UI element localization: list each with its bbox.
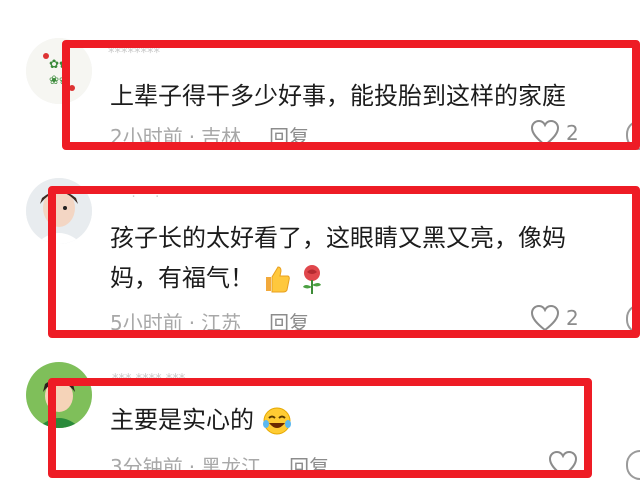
username[interactable]: *** **** *** [112,372,185,388]
comment-time: 2小时前 [110,125,183,149]
heart-icon [548,450,578,478]
comment-text: 上辈子得干多少好事，能投胎到这样的家庭 [110,82,566,110]
avatar[interactable]: ✿✿ ❀❀ [26,38,92,104]
comment-location: 江苏 [201,311,242,335]
comment-meta: 2小时前 · 吉林 回复 [110,121,309,150]
comment-location: 吉林 [201,125,242,149]
comment-text-line-1: 孩子长的太好看了，这眼睛又黑又亮，像妈 [110,224,566,252]
comment-text-line-2: 妈，有福气！ [110,258,325,298]
reply-button[interactable]: 回复 [269,311,309,335]
reply-button[interactable]: 回复 [269,125,309,149]
avatar[interactable] [26,178,92,244]
comment-text: 主要是实心的 [110,400,292,440]
username[interactable]: ******** [108,46,160,62]
rose-icon [303,265,322,294]
like-button[interactable] [548,450,578,478]
comment-time: 5小时前 [110,311,183,335]
rofl-emoji-icon [262,407,291,435]
username[interactable]: ***.***.***** [112,186,192,202]
svg-text:✿✿: ✿✿ [49,57,69,71]
comment-2: ***.***.***** 孩子长的太好看了，这眼睛又黑又亮，像妈 妈，有福气！… [0,170,640,350]
svg-text:❀❀: ❀❀ [49,73,69,87]
avatar[interactable] [26,362,92,428]
comment-text-content: 主要是实心的 [110,406,254,434]
meta-separator: · [188,125,196,149]
comment-time: 3分钟前 [110,455,183,479]
more-icon[interactable] [626,304,640,334]
reply-button[interactable]: 回复 [289,455,329,479]
heart-icon [530,119,560,147]
like-button[interactable]: 2 [530,119,579,147]
more-icon[interactable] [626,450,640,480]
meta-separator: · [188,311,196,335]
comment-text-line-2-text: 妈，有福气！ [110,264,254,292]
thumbs-up-icon [265,266,290,293]
heart-icon [530,304,560,332]
comment-1: ✿✿ ❀❀ ******** 上辈子得干多少好事，能投胎到这样的家庭 2小时前 ·… [0,0,640,170]
comment-meta: 5小时前 · 江苏 回复 [110,307,309,336]
like-button[interactable]: 2 [530,304,579,332]
like-count: 2 [566,306,579,330]
meta-separator: · [188,455,196,479]
comment-3: *** **** *** 主要是实心的 3分钟前 · 黑龙江 回复 [0,350,640,480]
comment-location: 黑龙江 [201,455,262,479]
more-icon[interactable] [626,120,640,150]
like-count: 2 [566,121,579,145]
